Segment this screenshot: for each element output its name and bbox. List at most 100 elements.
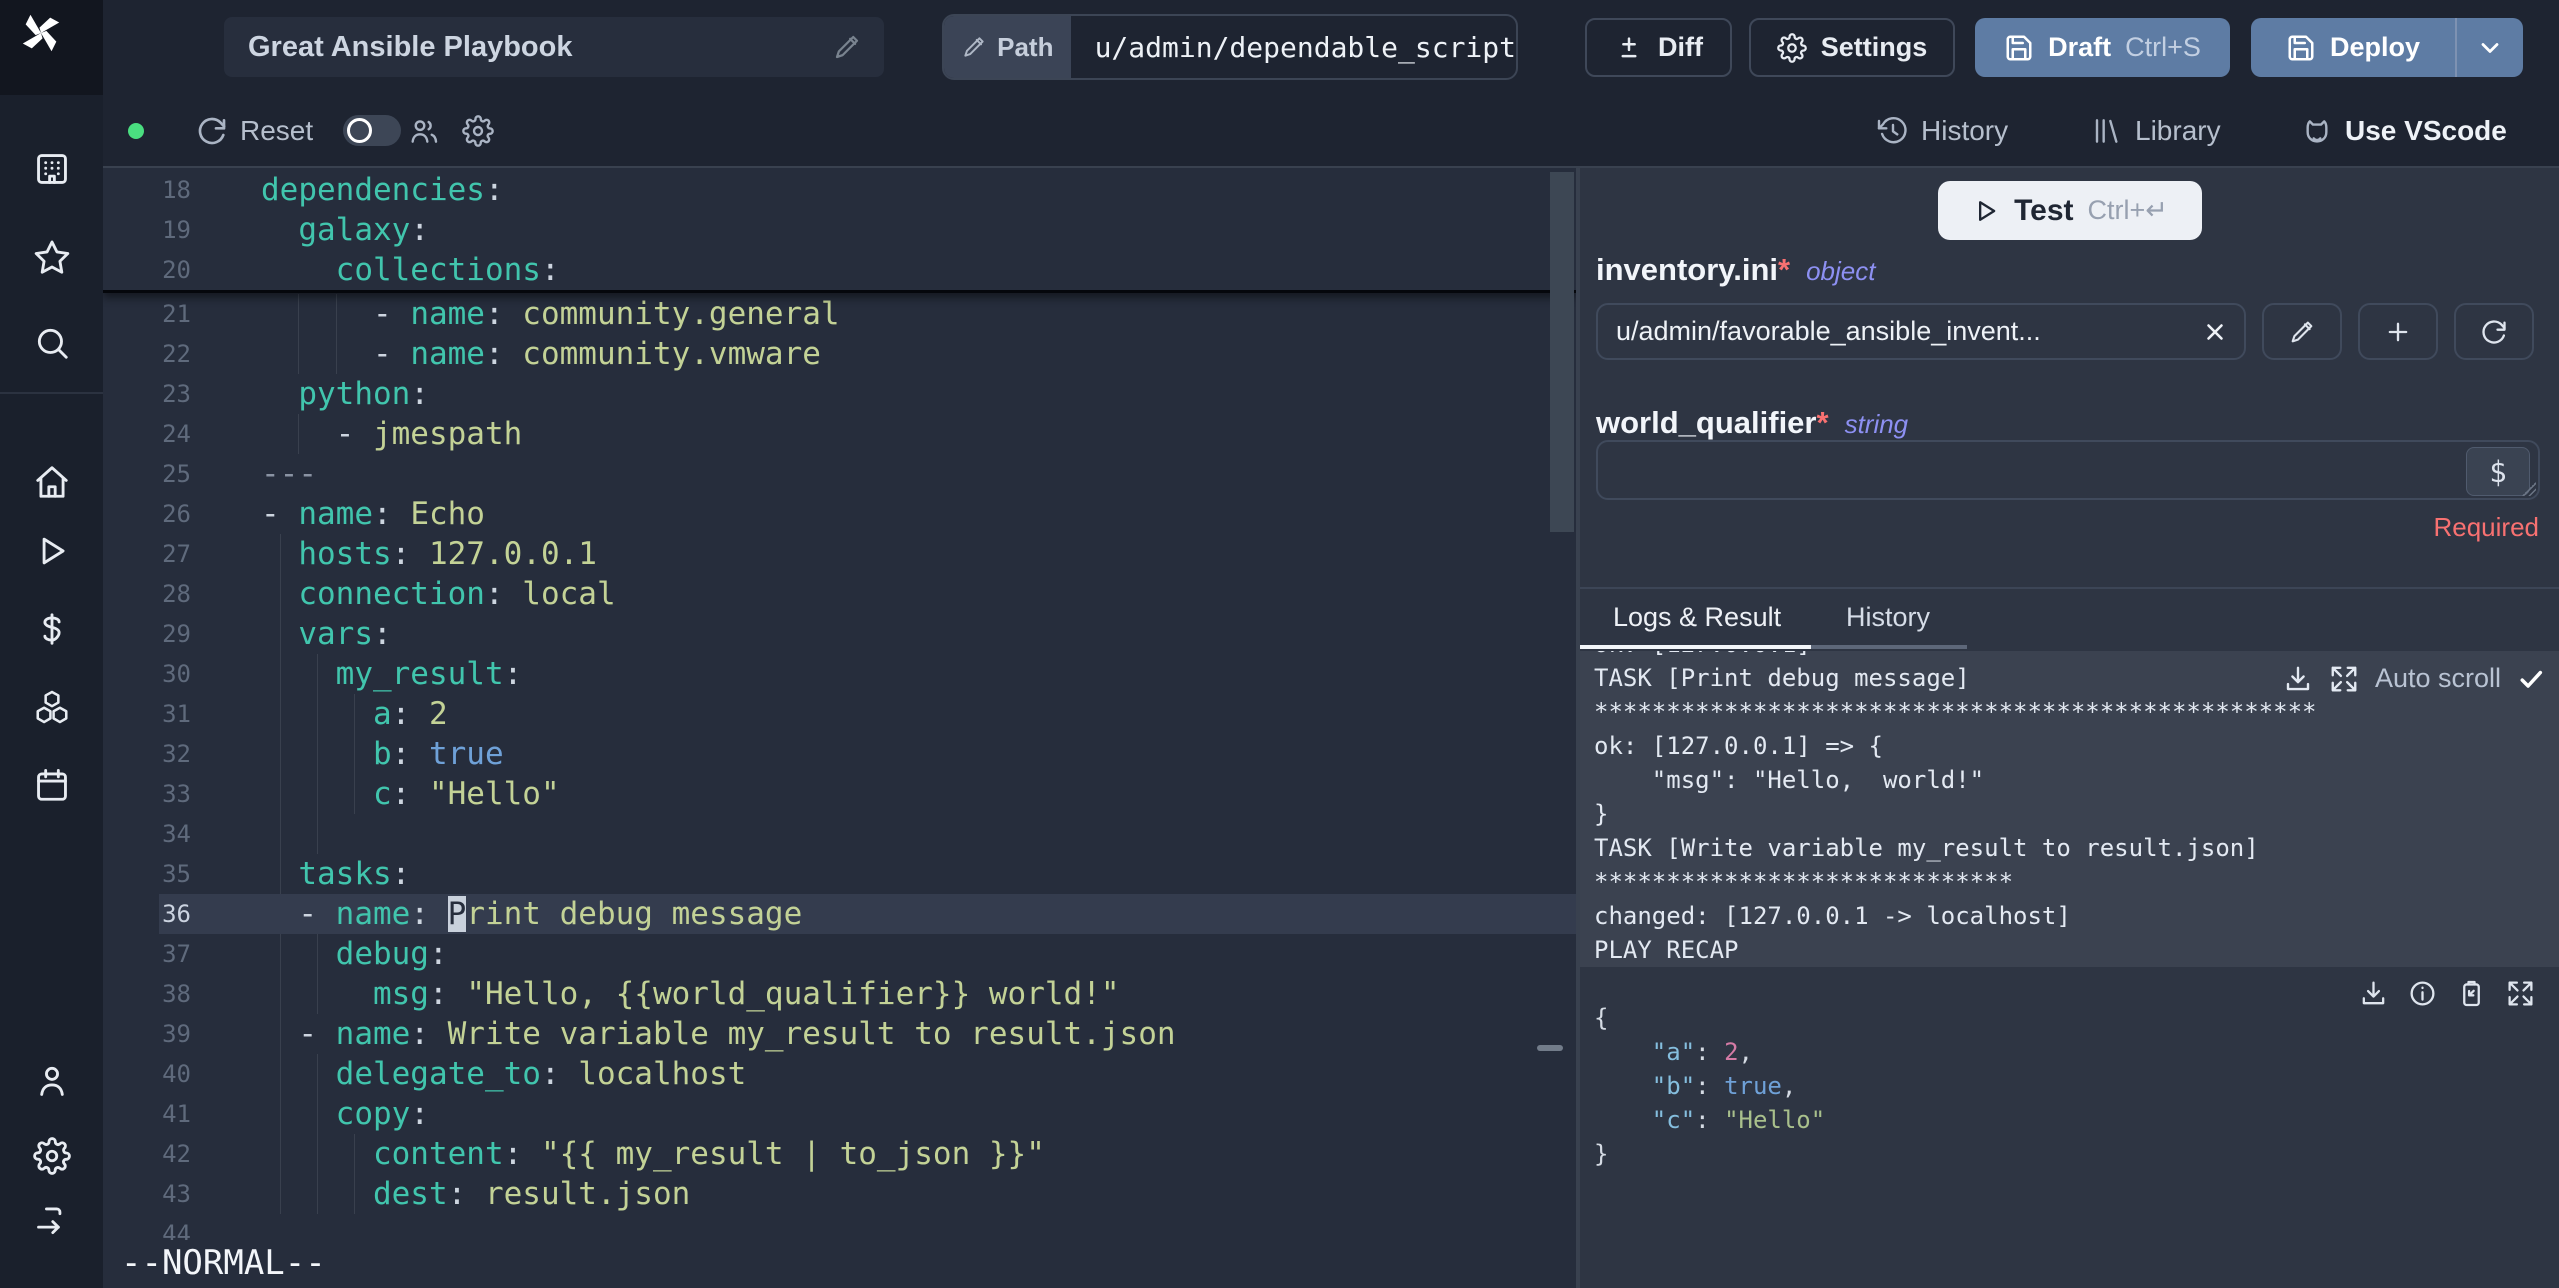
editor-scrollbar[interactable] (1550, 172, 1574, 532)
sidebar-item-cubes[interactable] (33, 688, 71, 726)
log-line: changed: [127.0.0.1 -> localhost] (1594, 902, 2071, 930)
code-line-31[interactable]: 31 a: 2 (103, 694, 1576, 734)
result-line: } (1594, 1140, 1609, 1168)
settings-button[interactable]: Settings (1749, 18, 1955, 77)
diff-mode-toggle[interactable] (343, 115, 401, 146)
code-line-40[interactable]: 40 delegate_to: localhost (103, 1054, 1576, 1094)
code-line-18[interactable]: 18 dependencies: (103, 170, 1576, 210)
clear-icon[interactable] (2202, 319, 2228, 345)
sidebar-item-building[interactable] (33, 150, 71, 188)
code-line-37[interactable]: 37 debug: (103, 934, 1576, 974)
code-line-32[interactable]: 32 b: true (103, 734, 1576, 774)
code-line-20[interactable]: 20 collections: (103, 250, 1576, 290)
variable-picker-button[interactable]: $ (2466, 447, 2530, 496)
home-icon (33, 463, 71, 501)
code-line-42[interactable]: 42 content: "{{ my_result | to_json }}" (103, 1134, 1576, 1174)
inventory-resource-input[interactable]: u/admin/favorable_ansible_invent... (1596, 303, 2246, 360)
sidebar-item-logout[interactable] (33, 1201, 71, 1239)
code-line-39[interactable]: 39 - name: Write variable my_result to r… (103, 1014, 1576, 1054)
sidebar-item-person[interactable] (33, 1062, 71, 1100)
code-line-33[interactable]: 33 c: "Hello" (103, 774, 1576, 814)
result-viewer[interactable]: { "a": 2, "b": true, "c": "Hello"} (1580, 967, 2559, 1288)
history-label: History (1921, 115, 2009, 146)
expand-result-icon[interactable] (2506, 979, 2535, 1008)
line-content: - jmespath (261, 416, 523, 452)
code-line-36[interactable]: 36 - name: Print debug message (103, 894, 1576, 934)
expand-logs-icon[interactable] (2329, 664, 2359, 694)
code-line-21[interactable]: 21 - name: community.general (103, 294, 1576, 334)
code-line-28[interactable]: 28 connection: local (103, 574, 1576, 614)
splitter-handle[interactable] (1537, 1045, 1563, 1051)
copy-result-icon[interactable] (2457, 979, 2486, 1008)
line-content: - name: community.vmware (261, 336, 821, 372)
code-line-30[interactable]: 30 my_result: (103, 654, 1576, 694)
sidebar-rail (0, 0, 104, 1288)
panel-splitter[interactable] (1576, 168, 1580, 1288)
code-line-41[interactable]: 41 copy: (103, 1094, 1576, 1134)
code-line-19[interactable]: 19 galaxy: (103, 210, 1576, 250)
autoscroll-label: Auto scroll (2374, 663, 2501, 693)
path-button[interactable]: Path u/admin/dependable_script (942, 14, 1518, 80)
tab-history[interactable]: History (1846, 589, 1930, 645)
log-line: PLAY RECAP (1594, 936, 1739, 964)
sidebar-item-play[interactable] (33, 532, 71, 570)
download-result-icon[interactable] (2359, 979, 2388, 1008)
settings-label: Settings (1820, 32, 1928, 62)
edit-title-pencil-icon[interactable] (832, 32, 862, 62)
library-icon (2091, 115, 2123, 147)
dollar-icon (33, 610, 71, 648)
code-line-26[interactable]: 26 - name: Echo (103, 494, 1576, 534)
chevron-down-icon (2476, 34, 2504, 62)
field-name: world_qualifier (1596, 405, 1817, 440)
code-line-34[interactable]: 34 (103, 814, 1576, 854)
tab-logs-result[interactable]: Logs & Result (1613, 589, 1781, 645)
required-asterisk: * (1778, 252, 1791, 287)
sidebar-item-dollar[interactable] (33, 610, 71, 648)
deploy-more-button[interactable] (2457, 34, 2523, 62)
code-editor[interactable]: 21 - name: community.general 22 - name: c… (103, 168, 1576, 1288)
script-title-input[interactable]: Great Ansible Playbook (224, 17, 884, 77)
code-line-35[interactable]: 35 tasks: (103, 854, 1576, 894)
reset-button[interactable]: Reset (196, 95, 313, 167)
sidebar-item-gear[interactable] (33, 1137, 71, 1175)
deploy-button[interactable]: Deploy (2251, 18, 2523, 77)
line-content: tasks: (298, 856, 411, 892)
code-line-27[interactable]: 27 hosts: 127.0.0.1 (103, 534, 1576, 574)
refresh-resource-button[interactable] (2454, 303, 2534, 360)
sticky-scroll[interactable]: 18 dependencies: 19 galaxy: 20 collections: (103, 168, 1576, 293)
editor-settings-button[interactable] (462, 95, 494, 167)
line-number: 21 (162, 300, 191, 328)
code-line-23[interactable]: 23 python: (103, 374, 1576, 414)
download-logs-icon[interactable] (2283, 664, 2313, 694)
code-line-43[interactable]: 43 dest: result.json (103, 1174, 1576, 1214)
test-button[interactable]: Test Ctrl+↵ (1938, 181, 2202, 240)
info-icon[interactable] (2408, 979, 2437, 1008)
history-button[interactable]: History (1877, 95, 2008, 167)
collaborators-button[interactable] (408, 95, 440, 167)
sidebar-item-calendar[interactable] (33, 766, 71, 804)
tab-scrollbar[interactable] (1811, 645, 1967, 649)
world-qualifier-input[interactable]: $ (1596, 440, 2540, 500)
use-vscode-button[interactable]: Use VScode (2301, 95, 2507, 167)
code-line-22[interactable]: 22 - name: community.vmware (103, 334, 1576, 374)
sidebar-item-star[interactable] (33, 238, 71, 276)
edit-resource-button[interactable] (2262, 303, 2342, 360)
add-resource-button[interactable] (2358, 303, 2438, 360)
logs-output[interactable]: ok: [127.0.0.1] TASK [Print debug message… (1580, 651, 2559, 967)
code-line-38[interactable]: 38 msg: "Hello, {{world_qualifier}} worl… (103, 974, 1576, 1014)
resize-grip-icon[interactable] (2522, 482, 2536, 496)
log-line: ****************************************… (1594, 698, 2317, 726)
line-content: vars: (298, 616, 392, 652)
library-button[interactable]: Library (2091, 95, 2221, 167)
diff-button[interactable]: Diff (1585, 18, 1732, 77)
draft-button[interactable]: Draft Ctrl+S (1975, 18, 2230, 77)
code-line-25[interactable]: 25 --- (103, 454, 1576, 494)
autoscroll-check-icon[interactable] (2517, 665, 2545, 693)
field-name: inventory.ini (1596, 252, 1779, 287)
code-line-29[interactable]: 29 vars: (103, 614, 1576, 654)
code-line-24[interactable]: 24 - jmespath (103, 414, 1576, 454)
line-content: galaxy: (298, 212, 429, 248)
sidebar-item-home[interactable] (33, 463, 71, 501)
workspace-logo[interactable] (0, 0, 103, 95)
sidebar-item-search[interactable] (33, 324, 71, 362)
